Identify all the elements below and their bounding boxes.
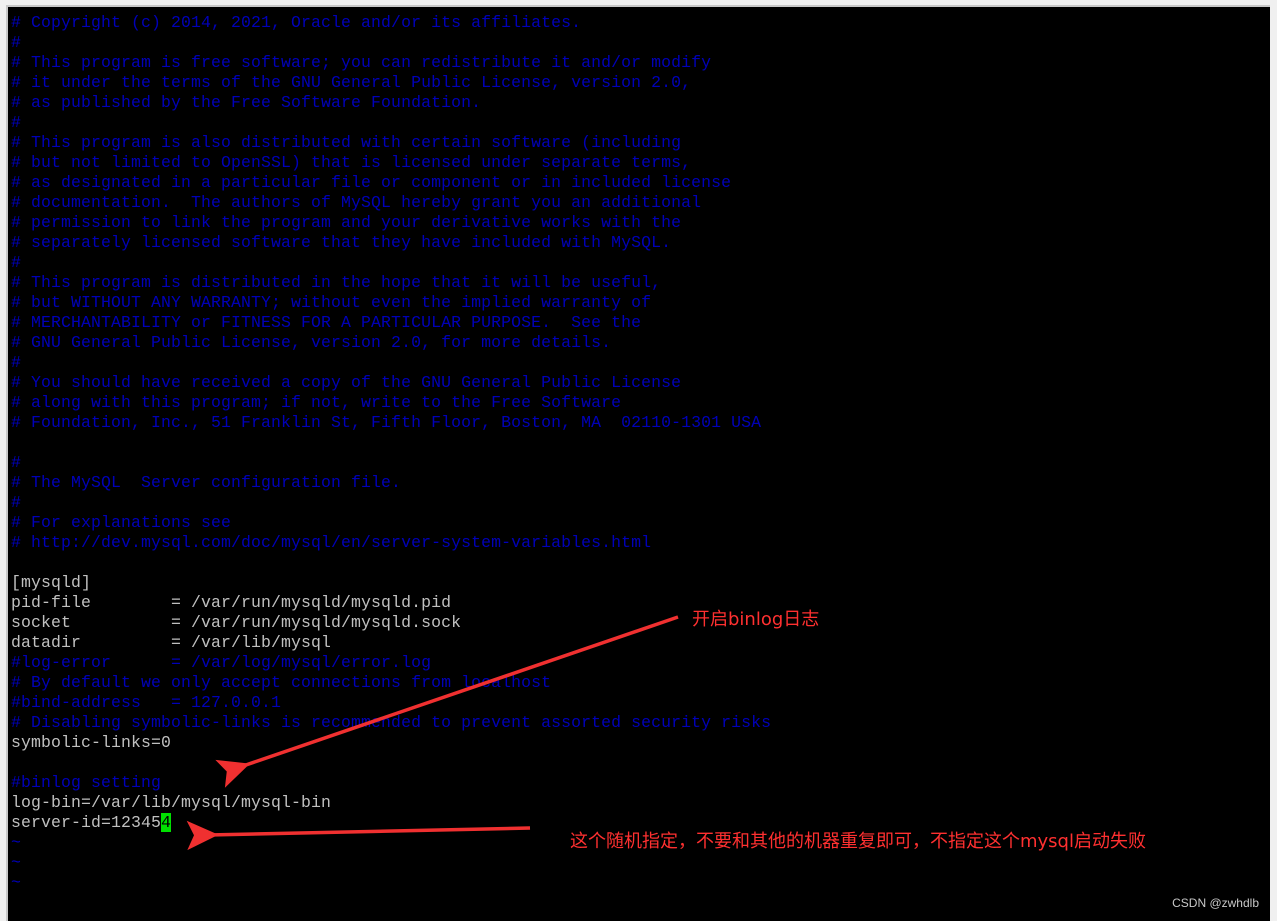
server-id-annotation: 这个随机指定，不要和其他的机器重复即可，不指定这个mysql启动失败	[570, 831, 1146, 852]
binlog-annotation: 开启binlog日志	[692, 609, 820, 630]
arrow-to-binlog-setting	[215, 615, 679, 788]
annotation-arrows	[186, 615, 679, 851]
watermark: CSDN @zwhdlb	[1172, 896, 1259, 910]
arrow-to-server-id	[186, 820, 531, 851]
